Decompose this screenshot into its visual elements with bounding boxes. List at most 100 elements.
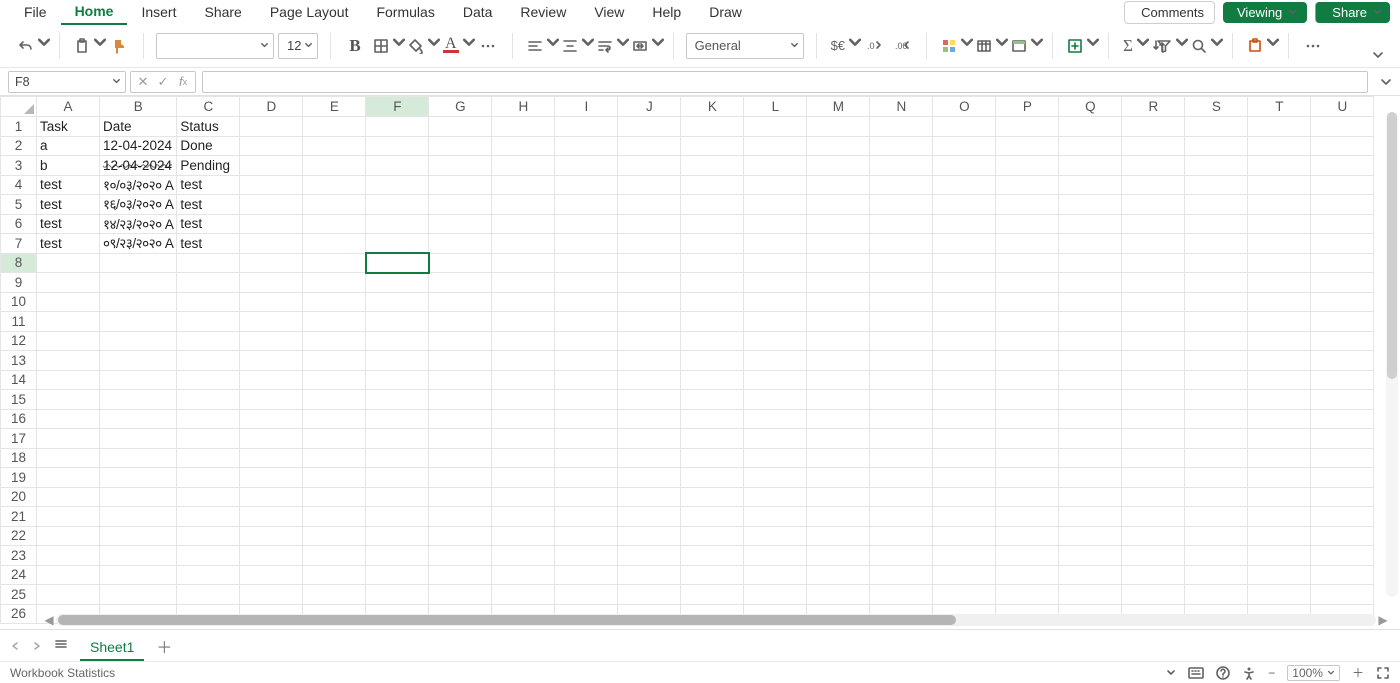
cell[interactable] <box>37 546 100 566</box>
cell[interactable] <box>1311 234 1374 254</box>
cell[interactable] <box>996 429 1059 449</box>
cell[interactable] <box>744 507 807 527</box>
cell[interactable] <box>807 292 870 312</box>
cell[interactable] <box>429 390 492 410</box>
cell[interactable] <box>681 409 744 429</box>
row-header[interactable]: 23 <box>1 546 37 566</box>
cell[interactable] <box>240 409 303 429</box>
cell[interactable] <box>1311 195 1374 215</box>
cell[interactable] <box>744 175 807 195</box>
cell[interactable] <box>933 195 996 215</box>
cell[interactable]: test <box>37 214 100 234</box>
cell[interactable] <box>240 429 303 449</box>
cell[interactable] <box>681 253 744 273</box>
cell[interactable] <box>240 468 303 488</box>
cell[interactable] <box>1248 312 1311 332</box>
cell[interactable] <box>933 175 996 195</box>
cell[interactable] <box>870 370 933 390</box>
column-header[interactable]: L <box>744 97 807 117</box>
cell[interactable] <box>100 409 177 429</box>
cell[interactable] <box>870 253 933 273</box>
cell[interactable] <box>870 390 933 410</box>
cell[interactable] <box>555 546 618 566</box>
cell[interactable] <box>1185 195 1248 215</box>
cell[interactable] <box>366 273 429 293</box>
cell[interactable] <box>933 312 996 332</box>
help-feedback-button[interactable] <box>1216 666 1230 680</box>
cell[interactable] <box>681 390 744 410</box>
cell[interactable] <box>1248 117 1311 137</box>
cell[interactable] <box>100 253 177 273</box>
cell[interactable] <box>303 507 366 527</box>
cell[interactable] <box>555 565 618 585</box>
cell[interactable] <box>303 546 366 566</box>
cell[interactable] <box>1059 448 1122 468</box>
cell[interactable] <box>933 448 996 468</box>
cell[interactable] <box>1122 487 1185 507</box>
prev-sheet-button[interactable] <box>10 638 20 654</box>
cell[interactable] <box>618 234 681 254</box>
cell[interactable] <box>618 136 681 156</box>
cell[interactable] <box>1311 409 1374 429</box>
cell[interactable] <box>366 175 429 195</box>
cell[interactable] <box>303 253 366 273</box>
cell[interactable] <box>996 331 1059 351</box>
paste-button[interactable] <box>72 33 103 59</box>
cell[interactable] <box>1122 195 1185 215</box>
decrease-decimal-button[interactable]: .00 <box>890 33 914 59</box>
cell[interactable] <box>1311 351 1374 371</box>
next-sheet-button[interactable] <box>32 638 42 654</box>
cell[interactable] <box>1311 429 1374 449</box>
cell[interactable] <box>870 409 933 429</box>
cell[interactable] <box>933 468 996 488</box>
cell[interactable] <box>1311 214 1374 234</box>
cell[interactable] <box>744 351 807 371</box>
cell[interactable] <box>681 175 744 195</box>
cell[interactable] <box>366 117 429 137</box>
cell[interactable] <box>744 253 807 273</box>
cell[interactable] <box>1059 370 1122 390</box>
cell[interactable] <box>996 273 1059 293</box>
cell[interactable] <box>996 526 1059 546</box>
cell[interactable] <box>240 351 303 371</box>
cell[interactable] <box>429 117 492 137</box>
cell[interactable]: 12-04-2024 <box>100 136 177 156</box>
font-size-select[interactable]: 12 <box>278 33 318 59</box>
cell[interactable] <box>177 429 240 449</box>
cell[interactable] <box>618 526 681 546</box>
cell[interactable] <box>996 351 1059 371</box>
cell[interactable] <box>618 429 681 449</box>
cell[interactable] <box>1185 585 1248 605</box>
cell[interactable] <box>303 565 366 585</box>
cell[interactable] <box>807 331 870 351</box>
cell[interactable] <box>1059 429 1122 449</box>
cell[interactable]: test <box>37 175 100 195</box>
cell[interactable] <box>492 351 555 371</box>
cell[interactable] <box>933 234 996 254</box>
cell[interactable] <box>37 507 100 527</box>
cell[interactable] <box>1122 585 1185 605</box>
column-header[interactable]: M <box>807 97 870 117</box>
cell[interactable] <box>1311 273 1374 293</box>
cell[interactable] <box>1311 117 1374 137</box>
cell[interactable] <box>429 370 492 390</box>
cell[interactable] <box>1122 409 1185 429</box>
cell[interactable] <box>1248 195 1311 215</box>
cell[interactable] <box>37 487 100 507</box>
cell[interactable] <box>996 546 1059 566</box>
cell[interactable] <box>429 585 492 605</box>
cancel-formula-button[interactable]: ✕ <box>133 72 153 92</box>
cell[interactable] <box>618 390 681 410</box>
horizontal-align-button[interactable] <box>525 33 556 59</box>
menu-data[interactable]: Data <box>449 0 507 24</box>
cell[interactable] <box>1059 253 1122 273</box>
cell[interactable] <box>744 117 807 137</box>
cell[interactable] <box>177 565 240 585</box>
cell[interactable]: b <box>37 156 100 176</box>
cell[interactable] <box>177 312 240 332</box>
cell[interactable] <box>1185 526 1248 546</box>
column-header[interactable]: T <box>1248 97 1311 117</box>
vertical-align-button[interactable] <box>560 33 591 59</box>
cell[interactable] <box>1059 156 1122 176</box>
cell[interactable] <box>100 546 177 566</box>
